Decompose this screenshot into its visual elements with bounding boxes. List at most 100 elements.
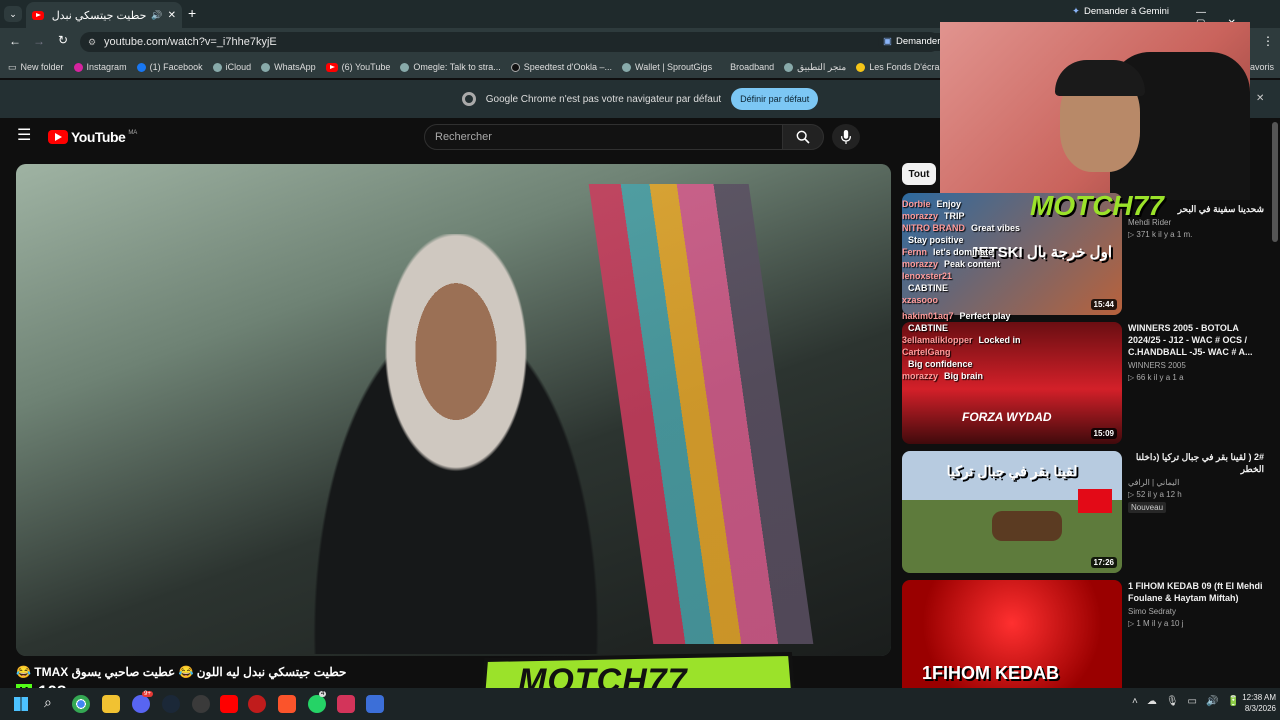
chat-text: Enjoy	[936, 199, 962, 209]
speedtest-icon	[510, 62, 520, 72]
globe-icon	[261, 62, 271, 72]
steam-icon[interactable]	[162, 695, 180, 713]
globe-icon	[400, 62, 410, 72]
bookmark-speedtest[interactable]: Speedtest d'Ookla –...	[510, 62, 612, 72]
tab-close-icon[interactable]: ✕	[168, 10, 176, 21]
reload-icon[interactable]: ↻	[58, 33, 68, 47]
bookmark-new-folder[interactable]: ▭ New folder	[8, 62, 64, 73]
bookmark-facebook[interactable]: (1) Facebook	[136, 62, 203, 72]
speaker-icon: 🔊	[151, 9, 163, 20]
chat-message: Big confidence	[902, 358, 1122, 370]
bookmark-broadband[interactable]: Broadband	[730, 62, 774, 72]
search-input[interactable]: Rechercher	[424, 124, 784, 150]
file-explorer-icon[interactable]	[102, 695, 120, 713]
site-info-icon[interactable]: ⚙	[88, 37, 96, 48]
search-button[interactable]	[782, 124, 824, 150]
youtube-logo[interactable]: YouTube MA	[48, 129, 137, 145]
view-count: ▷ 1 M il y a 10 j	[1128, 619, 1184, 628]
chat-message: CartelGang	[902, 346, 1122, 358]
globe-icon	[784, 62, 794, 72]
hamburger-menu-icon[interactable]: ☰	[17, 128, 31, 144]
chat-username: 3ellamaliklopper	[902, 335, 973, 345]
gemini-icon: ✦	[1072, 6, 1080, 17]
menu-icon[interactable]: ⋮	[1262, 34, 1274, 48]
recommendation-thumbnail[interactable]: لقينا بقر في جبال تركيا 17:26	[902, 451, 1122, 573]
chat-text: CABTINE	[908, 323, 948, 333]
stream-chat-overlay: Dorbie Enjoy morazzy TRIP NITRO BRAND Great v…	[902, 198, 1122, 382]
discord-icon[interactable]: 9+	[132, 691, 153, 713]
voice-search-button[interactable]	[832, 124, 860, 150]
chat-message: Fernn let's dominate	[902, 246, 1122, 258]
address-bar[interactable]: ⚙ youtube.com/watch?v=_i7hhe7kyjE	[80, 32, 940, 52]
channel-name: WINNERS 2005	[1128, 361, 1186, 370]
chat-username: Fernn	[902, 247, 928, 257]
view-count: ▷ 66 k il y a 1 a	[1128, 373, 1184, 382]
gemini-omnibox-icon: ▣	[883, 36, 892, 47]
chat-text: Great vibes	[971, 223, 1021, 233]
recommendation-thumbnail[interactable]: 1FIHOM KEDAB	[902, 580, 1122, 688]
chat-text: Big brain	[944, 371, 984, 381]
scrollbar[interactable]	[1272, 122, 1278, 242]
view-count: ▷ 52 il y a 12 h	[1128, 490, 1182, 499]
chat-username: hakim01aq7	[902, 311, 954, 321]
chat-text: Stay positive	[908, 235, 964, 245]
globe-icon	[622, 62, 632, 72]
view-count: ▷ 371 k il y a 1 m.	[1128, 230, 1193, 239]
chat-username: morazzy	[902, 259, 939, 269]
app-icon[interactable]	[192, 695, 210, 713]
tab-active[interactable]: حطيت جيتسكي نبدل (10438) 🔊 ✕	[26, 2, 182, 28]
new-tab-button[interactable]: +	[188, 5, 196, 21]
bookmark-whatsapp[interactable]: WhatsApp	[261, 62, 316, 72]
chat-username: lenoxster21	[902, 271, 953, 281]
streamer-webcam	[940, 22, 1250, 200]
bookmark-omegle[interactable]: Omegle: Talk to stra...	[400, 62, 501, 72]
bookmark-app-store[interactable]: متجر التطبيق	[784, 62, 846, 73]
channel-name: Simo Sedraty	[1128, 607, 1177, 616]
chat-text: Perfect play	[959, 311, 1011, 321]
app-pink-icon[interactable]	[337, 695, 355, 713]
chat-message: lenoxster21	[902, 270, 1122, 282]
chat-username: NITRO BRAND	[902, 223, 965, 233]
bookmark-instagram[interactable]: Instagram	[73, 62, 127, 72]
recommendation-meta[interactable]: 1 FIHOM KEDAB 09 (ft El Mehdi Foulane & …	[1128, 580, 1264, 628]
windows-start-icon[interactable]	[14, 697, 28, 711]
brand-watermark: MOTCH77	[1030, 190, 1164, 221]
bookmark-sproutgigs[interactable]: Wallet | SproutGigs	[622, 62, 712, 72]
chat-username: morazzy	[902, 211, 939, 221]
chat-text: Peak content	[944, 259, 1001, 269]
youtube-taskbar-icon[interactable]	[220, 695, 238, 713]
gemini-tab-button[interactable]: ✦ Demander à Gemini	[1072, 6, 1169, 17]
bookmark-icloud[interactable]: iCloud	[212, 62, 251, 72]
infobar-close-icon[interactable]: ✕	[1256, 93, 1264, 104]
chat-message: xzasooo	[902, 294, 1122, 306]
back-icon[interactable]: ←	[9, 34, 21, 48]
video-duration: 17:26	[1090, 557, 1117, 568]
tab-search-button[interactable]: ⌄	[4, 6, 22, 22]
clock[interactable]: 12:38 AM 8/3/2026	[1226, 692, 1276, 714]
bookmark-youtube[interactable]: (6) YouTube	[325, 62, 390, 72]
brave-icon[interactable]	[278, 695, 296, 713]
tab-title: حطيت جيتسكي نبدل (10438)	[49, 9, 147, 22]
chip-all[interactable]: Tout	[902, 163, 936, 185]
streamer-cap	[1055, 60, 1145, 96]
chat-username: xzasooo	[902, 295, 939, 305]
whatsapp-icon[interactable]: 4	[308, 691, 327, 713]
youtube-favicon-icon	[325, 62, 338, 72]
app-blue-icon[interactable]	[366, 695, 384, 713]
chat-username: Dorbie	[902, 199, 931, 209]
set-default-button[interactable]: Définir par défaut	[731, 88, 819, 110]
video-player[interactable]	[16, 164, 891, 656]
recommendation-meta[interactable]: 2# ( لقينا بقر في جبال تركيا (داخلنا الخ…	[1128, 451, 1264, 513]
search-taskbar-icon[interactable]: ⌕	[44, 694, 52, 711]
chat-text: CABTINE	[908, 283, 948, 293]
chat-message: CABTINE	[902, 322, 1122, 334]
recommendation-meta[interactable]: WINNERS 2005 - BOTOLA 2024/25 - J12 - WA…	[1128, 322, 1264, 382]
chrome-taskbar-icon[interactable]	[72, 695, 90, 713]
globe-icon	[212, 62, 222, 72]
all-bookmarks-link[interactable]: avoris	[1250, 62, 1274, 72]
infobar-message: Google Chrome n'est pas votre navigateur…	[485, 93, 722, 105]
forward-icon[interactable]: →	[33, 34, 45, 48]
chat-message: morazzy Big brain	[902, 370, 1122, 382]
channel-name: اليماني | الرافي	[1128, 478, 1180, 487]
app-red-icon[interactable]	[248, 695, 266, 713]
